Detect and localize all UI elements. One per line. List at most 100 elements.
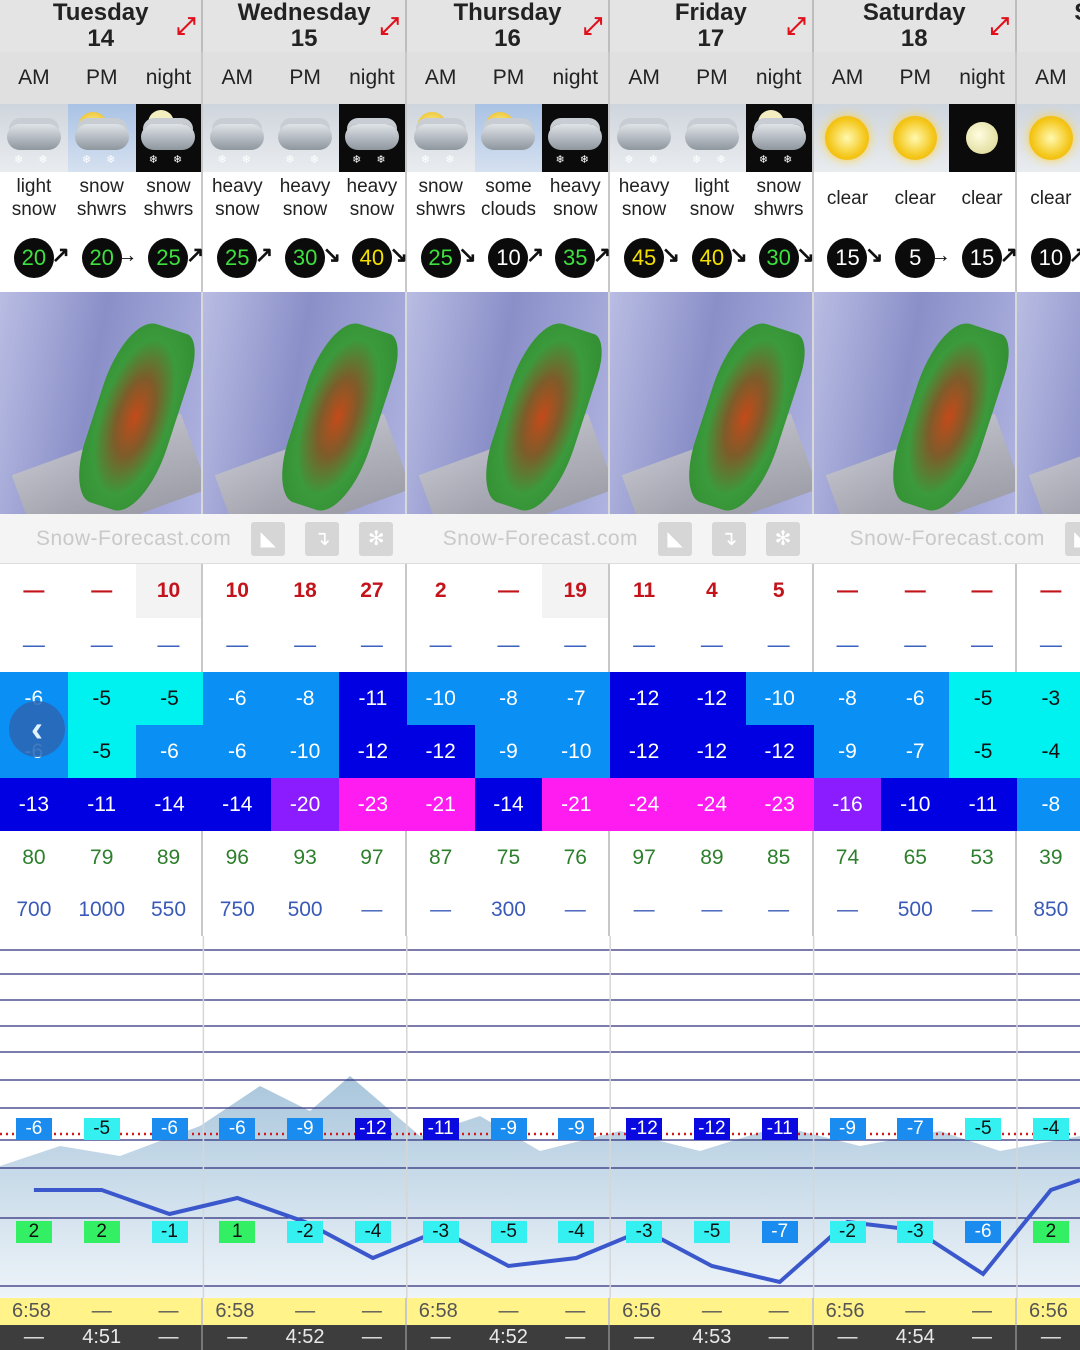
temp-min-value: -12	[745, 725, 814, 778]
wind-direction-icon: ↘	[796, 242, 815, 267]
rain-amount: —	[836, 632, 859, 657]
weather-description-line: clear	[826, 187, 869, 209]
wind-direction-icon: →	[115, 242, 138, 267]
rain-amount: —	[339, 618, 407, 672]
wind-speed: 35	[563, 245, 588, 270]
sunset-time: 4:51	[82, 1326, 122, 1348]
wind-speed: 40	[699, 245, 725, 270]
sunset-time: —	[837, 1326, 858, 1348]
sunrise-time: —	[949, 1298, 1017, 1325]
expand-arrow-icon[interactable]: ⤢	[786, 14, 805, 40]
wind-speed-badge: 5 →	[895, 238, 951, 278]
weather-description-line: shwrs	[415, 199, 466, 220]
sun-icon	[881, 104, 950, 172]
humidity-value: 75	[496, 845, 521, 869]
sunrise-time: —	[542, 1298, 611, 1325]
wind-speed: 20	[89, 245, 114, 270]
weather-icon-cell: ❄ ❄	[610, 104, 678, 172]
sunset-time: —	[23, 1326, 44, 1348]
wind-cell: 15 ↗	[949, 224, 1018, 292]
snow-map[interactable]	[406, 292, 611, 514]
freezing-level-value: —	[430, 898, 452, 921]
weather-description: snow shwrs	[746, 172, 814, 224]
humidity-value: 89	[700, 845, 724, 869]
wind-cell: 45 ↘	[610, 224, 680, 292]
day-header[interactable]: Wednesday 15 ⤢	[203, 0, 407, 52]
expand-arrow-icon[interactable]: ⤢	[990, 14, 1009, 40]
snow-amount: 10	[225, 579, 249, 602]
humidity-value: 85	[746, 831, 814, 884]
wind-speed-badge: 30 ↘	[285, 238, 341, 278]
map-shape-icon[interactable]: ◣	[658, 521, 693, 556]
brand-row: Snow-Forecast.com ◣ ↴ ✻ Snow-Forecast.com ◣ ↴ ✻…	[0, 514, 1080, 564]
period-label: PM	[696, 66, 728, 89]
wind-chill-value: -13	[0, 778, 68, 831]
brand-cell: Snow-Forecast.com ◣ ↴ ✻	[0, 514, 407, 563]
day-header[interactable]: Thursday 16 ⤢	[407, 0, 611, 52]
layer-arrow-icon[interactable]: ↴	[305, 521, 340, 556]
weather-description: heavy snow	[203, 172, 271, 224]
weather-description: clear	[1017, 172, 1080, 224]
day-header[interactable]: Tuesday 14 ⤢	[0, 0, 204, 52]
map-shape-icon[interactable]: ◣	[1064, 521, 1080, 556]
weather-description: some clouds	[475, 172, 543, 224]
weather-description: clear	[881, 172, 949, 224]
period-label: PM	[85, 66, 118, 89]
sunrise-time: —	[136, 1298, 204, 1325]
day-header[interactable]: Friday 17 ⤢	[610, 0, 814, 52]
wind-chill-value: -21	[542, 778, 611, 831]
weather-icon-cell	[949, 104, 1017, 172]
map-shape-icon[interactable]: ◣	[251, 521, 286, 556]
upper-temp-badge: -11	[761, 1118, 798, 1140]
temp-max-value: -12	[677, 672, 746, 725]
sunrise-time: —	[701, 1300, 722, 1322]
temp-max-value: -7	[542, 672, 611, 725]
day-header[interactable]: Sunday19⤢	[1017, 0, 1080, 52]
weather-description: snow shwrs	[407, 172, 475, 224]
snow-amount: —	[1040, 579, 1062, 602]
wind-speed: 20	[21, 245, 47, 270]
cloud-snow-icon: ❄ ❄	[542, 104, 609, 172]
day-date: 14	[87, 25, 115, 52]
weather-icon-cell: ❄ ❄	[135, 104, 204, 172]
day-header[interactable]: Saturday 18 ⤢	[814, 0, 1017, 52]
lower-temp-badge: -5	[490, 1221, 527, 1243]
wind-cell: 30 ↘	[271, 224, 341, 292]
back-arrow-button[interactable]: ‹	[9, 701, 65, 757]
sunrise-time: —	[91, 1300, 112, 1322]
snowflake-icon[interactable]: ✻	[766, 521, 801, 556]
weather-description-line: snow	[553, 199, 598, 220]
temp-min-value: -12	[406, 725, 475, 778]
lower-temp-badge: -4	[558, 1221, 595, 1243]
lower-temp-badge: -3	[626, 1221, 663, 1243]
upper-temp-badge: -5	[83, 1118, 120, 1140]
wind-speed: 45	[631, 245, 657, 270]
lower-temp-badge: -2	[829, 1221, 866, 1243]
snowflake-icon[interactable]: ✻	[359, 521, 394, 556]
wind-speed-badge: 40 ↘	[351, 238, 408, 278]
expand-arrow-icon[interactable]: ⤢	[380, 14, 399, 40]
lower-temp-badge: -1	[151, 1221, 188, 1243]
weather-icon-cell	[881, 104, 950, 172]
expand-arrow-icon[interactable]: ⤢	[176, 14, 195, 40]
period-label: PM	[289, 66, 321, 89]
weather-description-line: shwrs	[143, 199, 194, 220]
expand-arrow-icon[interactable]: ⤢	[583, 14, 602, 40]
wind-cell: 10 ↗	[1017, 224, 1080, 292]
weather-description: heavy snow	[339, 172, 407, 224]
snow-map[interactable]	[1016, 292, 1080, 514]
snow-map[interactable]	[610, 292, 814, 514]
temp-min-value: -5	[67, 725, 136, 778]
wind-speed-badge: 30 ↘	[758, 238, 815, 278]
snow-map[interactable]	[813, 292, 1017, 514]
weather-icon-cell: ❄ ❄	[542, 104, 611, 172]
weather-icon-cell: ❄ ❄	[406, 104, 475, 172]
sunrise-time: —	[339, 1298, 407, 1325]
snow-map[interactable]	[0, 292, 204, 514]
weather-description-line: light	[694, 176, 730, 197]
layer-arrow-icon[interactable]: ↴	[712, 521, 747, 556]
wind-direction-icon: ↗	[186, 242, 205, 267]
snow-map[interactable]	[203, 292, 407, 514]
freezing-level-value: 700	[16, 898, 52, 921]
day-date: 17	[697, 25, 725, 52]
